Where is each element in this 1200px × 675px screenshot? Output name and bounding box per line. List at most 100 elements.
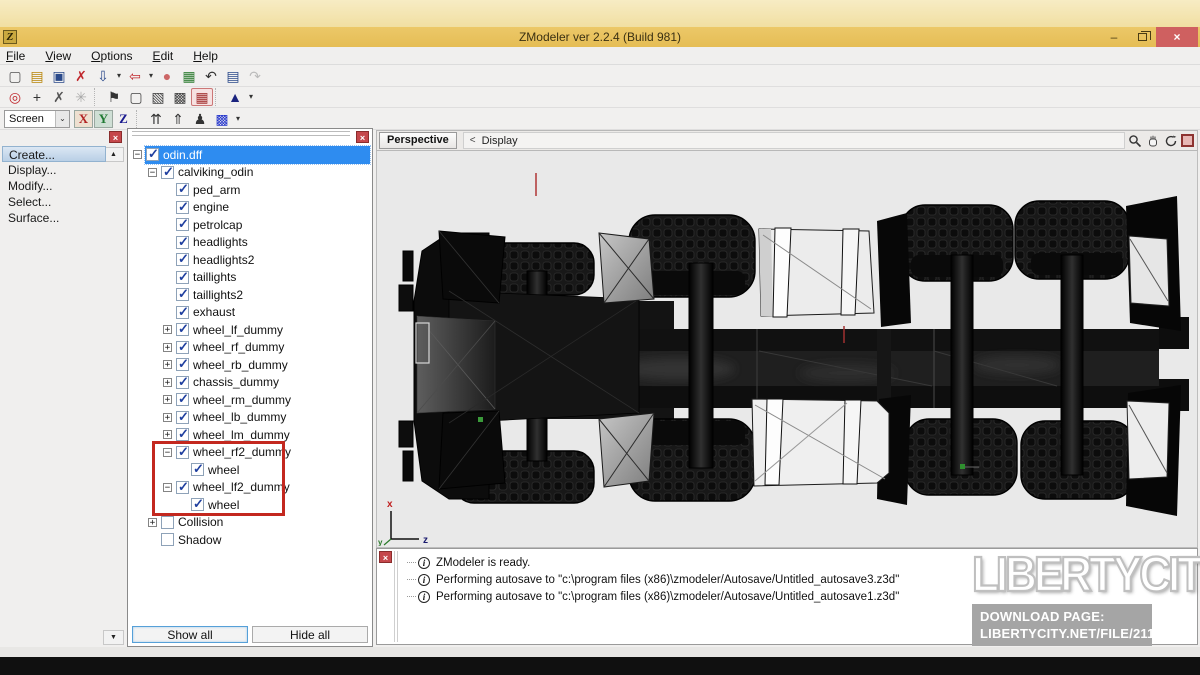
screen-space-combobox[interactable]: Screen ⌄ xyxy=(4,110,70,128)
new-file-icon[interactable]: ▢ xyxy=(4,67,26,85)
hide-all-button[interactable]: Hide all xyxy=(252,626,368,643)
vertices-mode-icon[interactable]: ▢ xyxy=(125,88,147,106)
tree-row[interactable]: wheel_lm_dummy xyxy=(130,426,370,444)
tree-row-body[interactable]: engine xyxy=(175,199,370,217)
tree-row[interactable]: wheel_rf_dummy xyxy=(130,339,370,357)
faces-mode-icon[interactable]: ▩ xyxy=(169,88,191,106)
tree-row[interactable]: engine xyxy=(130,199,370,217)
tree-row[interactable]: taillights2 xyxy=(130,286,370,304)
tree-row-body[interactable]: wheel_lb_dummy xyxy=(175,409,370,427)
log-close-icon[interactable]: × xyxy=(379,551,392,563)
orbit-icon[interactable] xyxy=(1163,133,1178,148)
light-cone-icon[interactable]: ▲ xyxy=(224,88,246,106)
tree-checkbox[interactable] xyxy=(161,166,174,179)
tree-checkbox[interactable] xyxy=(176,428,189,441)
tree-checkbox[interactable] xyxy=(176,393,189,406)
tree-row-body[interactable]: headlights2 xyxy=(175,251,370,269)
toolbar-divider[interactable] xyxy=(136,110,143,128)
tree-checkbox[interactable] xyxy=(176,411,189,424)
move-vertex-icon[interactable]: + xyxy=(26,88,48,106)
tree-row-body[interactable]: petrolcap xyxy=(175,216,370,234)
walk-mode-icon[interactable]: ♟ xyxy=(189,110,211,128)
tree-checkbox[interactable] xyxy=(176,271,189,284)
import-icon[interactable]: ⇩ xyxy=(92,67,114,85)
command-item[interactable]: Select... xyxy=(2,194,106,210)
dropdown-caret-icon[interactable]: ▾ xyxy=(233,110,243,128)
command-item[interactable]: Surface... xyxy=(2,210,106,226)
tree-row-body[interactable]: taillights2 xyxy=(175,286,370,304)
tree-checkbox[interactable] xyxy=(176,376,189,389)
axis-y-button[interactable]: Y xyxy=(94,110,113,128)
break-vertices-icon[interactable]: ✗ xyxy=(48,88,70,106)
tree-row[interactable]: wheel_lf2_dummy xyxy=(130,479,370,497)
tree-row-body[interactable]: Collision xyxy=(160,514,370,532)
tree-row-body[interactable]: taillights xyxy=(175,269,370,287)
tree-expander-icon[interactable] xyxy=(163,378,172,387)
pan-hand-icon[interactable] xyxy=(1145,133,1160,148)
tree-checkbox[interactable] xyxy=(176,306,189,319)
tree-row[interactable]: chassis_dummy xyxy=(130,374,370,392)
sidebar-close-icon[interactable]: × xyxy=(109,131,122,143)
weld-vertices-icon[interactable]: ◎ xyxy=(4,88,26,106)
zoom-icon[interactable] xyxy=(1127,133,1142,148)
tree-checkbox[interactable] xyxy=(176,323,189,336)
viewport-maximize-button[interactable] xyxy=(1181,134,1194,147)
close-button[interactable]: × xyxy=(1156,27,1198,47)
tree-row-body[interactable]: wheel_rb_dummy xyxy=(175,356,370,374)
tree-expander-icon[interactable] xyxy=(163,343,172,352)
redo-icon[interactable]: ↷ xyxy=(244,67,266,85)
tree-row-body[interactable]: exhaust xyxy=(175,304,370,322)
tree-close-icon[interactable]: × xyxy=(356,131,369,143)
display-menu[interactable]: Display xyxy=(482,135,528,147)
tree-row-body[interactable]: wheel_rf_dummy xyxy=(175,339,370,357)
command-item[interactable]: Create... xyxy=(2,146,106,162)
open-file-icon[interactable]: ▤ xyxy=(26,67,48,85)
tree-expander-icon[interactable] xyxy=(133,150,142,159)
delete-icon[interactable]: ✗ xyxy=(70,67,92,85)
tree-row-body[interactable]: chassis_dummy xyxy=(175,374,370,392)
tree-row[interactable]: exhaust xyxy=(130,304,370,322)
tree-row[interactable]: petrolcap xyxy=(130,216,370,234)
command-item[interactable]: Modify... xyxy=(2,178,106,194)
tree-row-body[interactable]: wheel_lm_dummy xyxy=(175,426,370,444)
tree-row[interactable]: headlights2 xyxy=(130,251,370,269)
menu-collapse-arrow[interactable]: < xyxy=(464,135,482,146)
export-icon[interactable]: ⇦ xyxy=(124,67,146,85)
tree-row[interactable]: calviking_odin xyxy=(130,164,370,182)
minimize-button[interactable]: – xyxy=(1100,27,1128,47)
display-settings-icon[interactable]: ▩ xyxy=(211,110,233,128)
menu-item[interactable]: View xyxy=(43,48,81,64)
tree-row-body[interactable]: wheel xyxy=(190,496,370,514)
tree-expander-icon[interactable] xyxy=(163,360,172,369)
tree-checkbox[interactable] xyxy=(176,218,189,231)
command-item[interactable]: Display... xyxy=(2,162,106,178)
tree-row[interactable]: headlights xyxy=(130,234,370,252)
axis-x-button[interactable]: X xyxy=(74,110,93,128)
tree-checkbox[interactable] xyxy=(176,358,189,371)
tree-checkbox[interactable] xyxy=(176,236,189,249)
tree-row[interactable]: wheel_lb_dummy xyxy=(130,409,370,427)
tree-row-body[interactable]: Shadow xyxy=(160,531,370,549)
tree-checkbox[interactable] xyxy=(191,463,204,476)
material-editor-icon[interactable]: ▦ xyxy=(178,67,200,85)
combobox-arrow-icon[interactable]: ⌄ xyxy=(55,111,69,127)
toolbar-divider[interactable] xyxy=(94,88,101,106)
snap-vertices-icon[interactable]: ✳ xyxy=(70,88,92,106)
menu-item[interactable]: Options xyxy=(89,48,142,64)
tree-expander-icon[interactable] xyxy=(163,448,172,457)
dropdown-caret-icon[interactable]: ▾ xyxy=(246,88,256,106)
tree-checkbox[interactable] xyxy=(176,481,189,494)
tree-checkbox[interactable] xyxy=(176,183,189,196)
axis-z-button[interactable]: Z xyxy=(114,110,133,128)
toolbar-divider[interactable] xyxy=(215,88,222,106)
tree-checkbox[interactable] xyxy=(176,201,189,214)
tree-row[interactable]: wheel xyxy=(130,461,370,479)
select-move-icon[interactable]: ⇈ xyxy=(145,110,167,128)
tree-row[interactable]: Shadow xyxy=(130,531,370,549)
tree-row-body[interactable]: ped_arm xyxy=(175,181,370,199)
dropdown-caret-icon[interactable]: ▾ xyxy=(146,67,156,85)
tree-row[interactable]: wheel_rb_dummy xyxy=(130,356,370,374)
tree-row[interactable]: wheel xyxy=(130,496,370,514)
tree-row-body[interactable]: wheel_rf2_dummy xyxy=(175,444,370,462)
tree-row-body[interactable]: wheel_lf_dummy xyxy=(175,321,370,339)
